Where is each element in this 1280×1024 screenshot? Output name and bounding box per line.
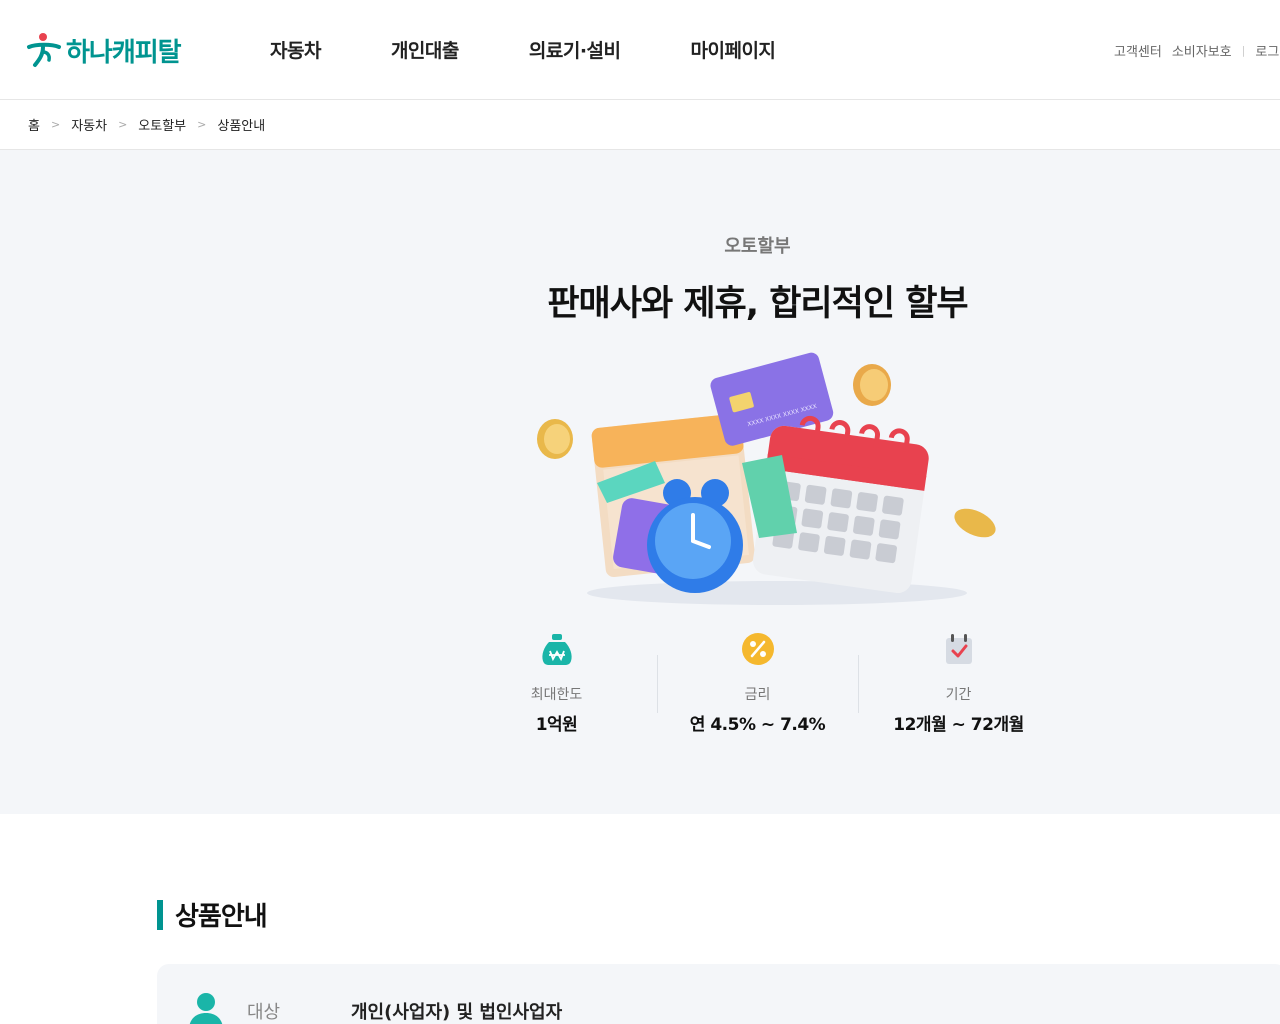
hero-banner: 오토할부 판매사와 제휴, 합리적인 할부 XXXX XXXX XXXX XXX… [0, 150, 1280, 814]
customer-center-link[interactable]: 고객센터 [1114, 41, 1162, 60]
chevron-right-icon: > [197, 118, 207, 131]
site-header: 하나캐피탈 자동차 개인대출 의료기·설비 마이페이지 고객센터 소비자보호 |… [0, 0, 1280, 100]
util-divider: | [1241, 44, 1246, 57]
info-label: 대상 [247, 1002, 281, 1023]
login-link[interactable]: 로그 [1255, 41, 1279, 60]
nav-item-personal-loan[interactable]: 개인대출 [391, 36, 459, 63]
utility-links: 고객센터 소비자보호 | 로그 [1114, 41, 1280, 60]
breadcrumb-home[interactable]: 홈 [28, 115, 40, 134]
percent-icon [741, 633, 774, 665]
person-icon [189, 993, 223, 1024]
stat-label: 금리 [744, 687, 771, 703]
stat-value: 1억원 [535, 715, 578, 735]
info-row-target: 대상 개인(사업자) 및 법인사업자 [187, 992, 562, 1024]
stat-period: 기간 12개월 ~ 72개월 [858, 633, 1059, 735]
hana-logo-icon [27, 33, 61, 67]
stat-value: 12개월 ~ 72개월 [893, 715, 1024, 735]
breadcrumb-product-info: 상품안내 [217, 119, 266, 134]
product-stats: 최대한도 1억원 금리 연 4.5% ~ 7.4% 기간 12개월 ~ 72개월 [456, 633, 1059, 735]
stat-label: 기간 [945, 687, 972, 703]
nav-item-car[interactable]: 자동차 [270, 36, 321, 63]
breadcrumb: 홈 > 자동차 > 오토할부 > 상품안내 [0, 100, 1280, 150]
breadcrumb-car[interactable]: 자동차 [71, 115, 107, 134]
stat-label: 최대한도 [530, 687, 583, 703]
stat-max-limit: 최대한도 1억원 [456, 633, 657, 735]
section-title-bar [157, 899, 163, 930]
consumer-protection-link[interactable]: 소비자보호 [1172, 41, 1232, 60]
info-value: 개인(사업자) 및 법인사업자 [351, 1002, 563, 1023]
stat-interest-rate: 금리 연 4.5% ~ 7.4% [657, 633, 858, 735]
section-title: 상품안내 [157, 896, 268, 933]
logo[interactable]: 하나캐피탈 [26, 30, 182, 70]
nav-item-mypage[interactable]: 마이페이지 [691, 36, 776, 63]
logo-text: 하나캐피탈 [66, 37, 182, 68]
money-bag-icon [541, 634, 572, 665]
chevron-right-icon: > [118, 118, 128, 131]
main-nav: 자동차 개인대출 의료기·설비 마이페이지 [270, 36, 845, 63]
calendar-check-icon [945, 634, 972, 664]
hero-title: 판매사와 제휴, 합리적인 할부 [547, 284, 968, 324]
chevron-right-icon: > [50, 118, 61, 131]
section-title-text: 상품안내 [175, 902, 268, 932]
hero-eyebrow: 오토할부 [724, 236, 791, 257]
breadcrumb-auto-installment[interactable]: 오토할부 [138, 115, 186, 134]
product-info-card: 대상 개인(사업자) 및 법인사업자 [157, 964, 1280, 1024]
stat-value: 연 4.5% ~ 7.4% [689, 715, 826, 735]
nav-item-medical-equipment[interactable]: 의료기·설비 [529, 36, 621, 63]
installment-illustration: XXXX XXXX XXXX XXXX [537, 352, 996, 605]
